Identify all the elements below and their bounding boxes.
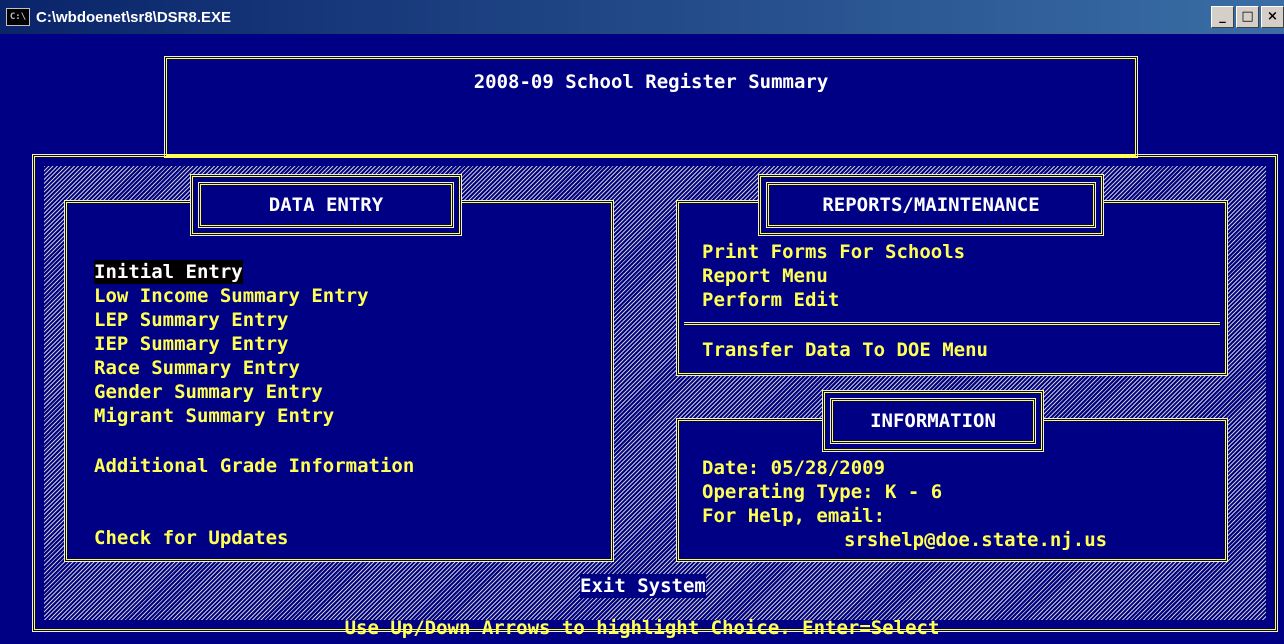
menu-item-perform-edit[interactable]: Perform Edit <box>702 288 839 312</box>
menu-item-race-summary[interactable]: Race Summary Entry <box>94 356 300 380</box>
info-help-label: For Help, email: <box>702 505 886 527</box>
minimize-button[interactable]: _ <box>1211 6 1234 28</box>
status-line: Use Up/Down Arrows to highlight Choice. … <box>344 617 940 639</box>
info-help-email: srshelp@doe.state.nj.us <box>844 529 1108 551</box>
data-entry-heading-box: DATA ENTRY <box>190 174 462 236</box>
menu-item-report-menu[interactable]: Report Menu <box>702 264 828 288</box>
window-controls: _ □ × <box>1209 6 1284 28</box>
information-heading: INFORMATION <box>870 410 996 432</box>
menu-item-check-for-updates[interactable]: Check for Updates <box>94 526 288 550</box>
menu-item-initial-entry[interactable]: Initial Entry <box>94 260 243 284</box>
info-date: Date: 05/28/2009 <box>702 457 886 479</box>
reports-divider <box>684 322 1220 325</box>
menu-item-iep-summary[interactable]: IEP Summary Entry <box>94 332 288 356</box>
cmd-icon[interactable]: C:\ <box>6 8 30 26</box>
info-operating-type: Operating Type: K - 6 <box>702 481 943 503</box>
menu-item-additional-grade-info[interactable]: Additional Grade Information <box>94 454 414 478</box>
menu-item-transfer-data[interactable]: Transfer Data To DOE Menu <box>702 338 988 362</box>
page-title: 2008-09 School Register Summary <box>473 71 829 93</box>
close-button[interactable]: × <box>1261 6 1284 28</box>
menu-item-migrant-summary[interactable]: Migrant Summary Entry <box>94 404 334 428</box>
data-entry-heading: DATA ENTRY <box>268 194 384 216</box>
reports-heading: REPORTS/MAINTENANCE <box>822 194 1040 216</box>
window-title: C:\wbdoenet\sr8\DSR8.EXE <box>36 8 232 26</box>
menu-item-low-income-summary[interactable]: Low Income Summary Entry <box>94 284 369 308</box>
reports-heading-box: REPORTS/MAINTENANCE <box>758 174 1104 236</box>
exit-system-button[interactable]: Exit System <box>580 574 706 598</box>
console-area: 2008-09 School Register Summary DATA ENT… <box>0 34 1284 644</box>
menu-item-print-forms[interactable]: Print Forms For Schools <box>702 240 965 264</box>
menu-item-gender-summary[interactable]: Gender Summary Entry <box>94 380 323 404</box>
menu-item-lep-summary[interactable]: LEP Summary Entry <box>94 308 288 332</box>
information-heading-box: INFORMATION <box>822 390 1044 452</box>
window-titlebar[interactable]: C:\ C:\wbdoenet\sr8\DSR8.EXE _ □ × <box>0 0 1284 34</box>
maximize-button[interactable]: □ <box>1236 6 1259 28</box>
